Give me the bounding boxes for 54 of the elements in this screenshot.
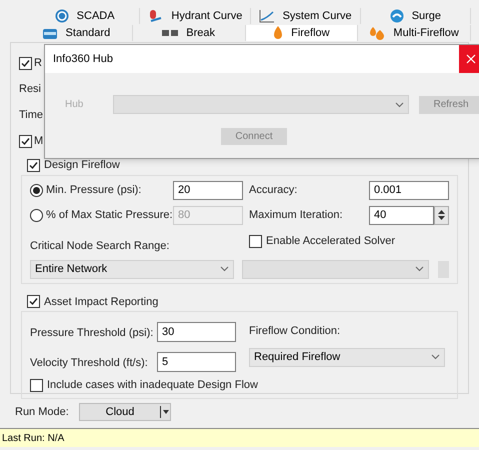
field-label: Include cases with inadequate Design Flow bbox=[47, 378, 258, 393]
field-label: Min. Pressure (psi): bbox=[46, 182, 142, 198]
section-title: Design Fireflow bbox=[44, 158, 120, 173]
radio-button[interactable] bbox=[30, 208, 43, 222]
dialog-title: Info360 Hub bbox=[53, 52, 113, 67]
field-label: Accuracy: bbox=[249, 182, 298, 198]
field-label: Velocity Threshold (ft/s): bbox=[30, 357, 148, 369]
spinner[interactable] bbox=[434, 206, 449, 224]
checkbox[interactable] bbox=[19, 56, 32, 70]
input-field[interactable]: 5 bbox=[157, 352, 236, 372]
checkbox[interactable] bbox=[249, 235, 262, 248]
folder-icon bbox=[42, 26, 58, 40]
radio-button[interactable] bbox=[30, 184, 43, 196]
tab[interactable]: System Curve bbox=[250, 8, 361, 24]
field-label: Enable Accelerated Solver bbox=[266, 234, 396, 250]
run-mode-dropdown[interactable]: Cloud bbox=[79, 403, 171, 421]
close-button[interactable] bbox=[459, 45, 479, 73]
field-label: Fireflow Condition: bbox=[249, 324, 342, 339]
input-field[interactable]: 40 bbox=[369, 206, 434, 224]
field-label: % of Max Static Pressure: bbox=[46, 208, 173, 223]
checkbox[interactable] bbox=[27, 295, 40, 308]
chevron-down-icon bbox=[431, 354, 440, 360]
input-field[interactable]: 20 bbox=[173, 180, 243, 200]
field-label: R bbox=[34, 56, 42, 71]
wave-circle-icon bbox=[390, 9, 404, 23]
flames-icon bbox=[369, 26, 386, 40]
hydrant-icon bbox=[147, 9, 164, 23]
checkbox[interactable] bbox=[30, 378, 43, 392]
field-label: Time bbox=[19, 108, 44, 123]
field-label: Resi bbox=[19, 82, 42, 97]
field-label: M bbox=[34, 134, 44, 149]
tab[interactable]: Fireflow bbox=[246, 25, 358, 41]
input-field[interactable]: 30 bbox=[157, 322, 236, 342]
s-circle-icon bbox=[54, 9, 69, 23]
chevron-down-icon bbox=[395, 102, 404, 108]
caret-down-icon bbox=[160, 406, 170, 418]
input-field[interactable]: 0.001 bbox=[369, 180, 449, 200]
dropdown[interactable]: Entire Network bbox=[30, 260, 234, 278]
checkbox[interactable] bbox=[19, 134, 32, 148]
field-label: Run Mode: bbox=[15, 404, 70, 420]
flame-icon bbox=[273, 26, 284, 40]
checkbox[interactable] bbox=[27, 158, 40, 172]
dropdown[interactable]: Required Fireflow bbox=[249, 348, 445, 366]
field-label: Hub bbox=[65, 98, 84, 112]
status-bar: Last Run: N/A bbox=[0, 428, 479, 447]
section-title: Asset Impact Reporting bbox=[44, 294, 158, 310]
pipe-icon bbox=[162, 29, 178, 37]
field-label: Pressure Threshold (psi): bbox=[30, 327, 154, 339]
field-label: Critical Node Search Range: bbox=[30, 240, 170, 252]
chevron-down-icon bbox=[415, 266, 424, 272]
chevron-down-icon bbox=[220, 266, 228, 272]
chart-icon bbox=[258, 9, 275, 23]
field-label: Maximum Iteration: bbox=[249, 208, 343, 223]
close-icon bbox=[466, 54, 476, 64]
